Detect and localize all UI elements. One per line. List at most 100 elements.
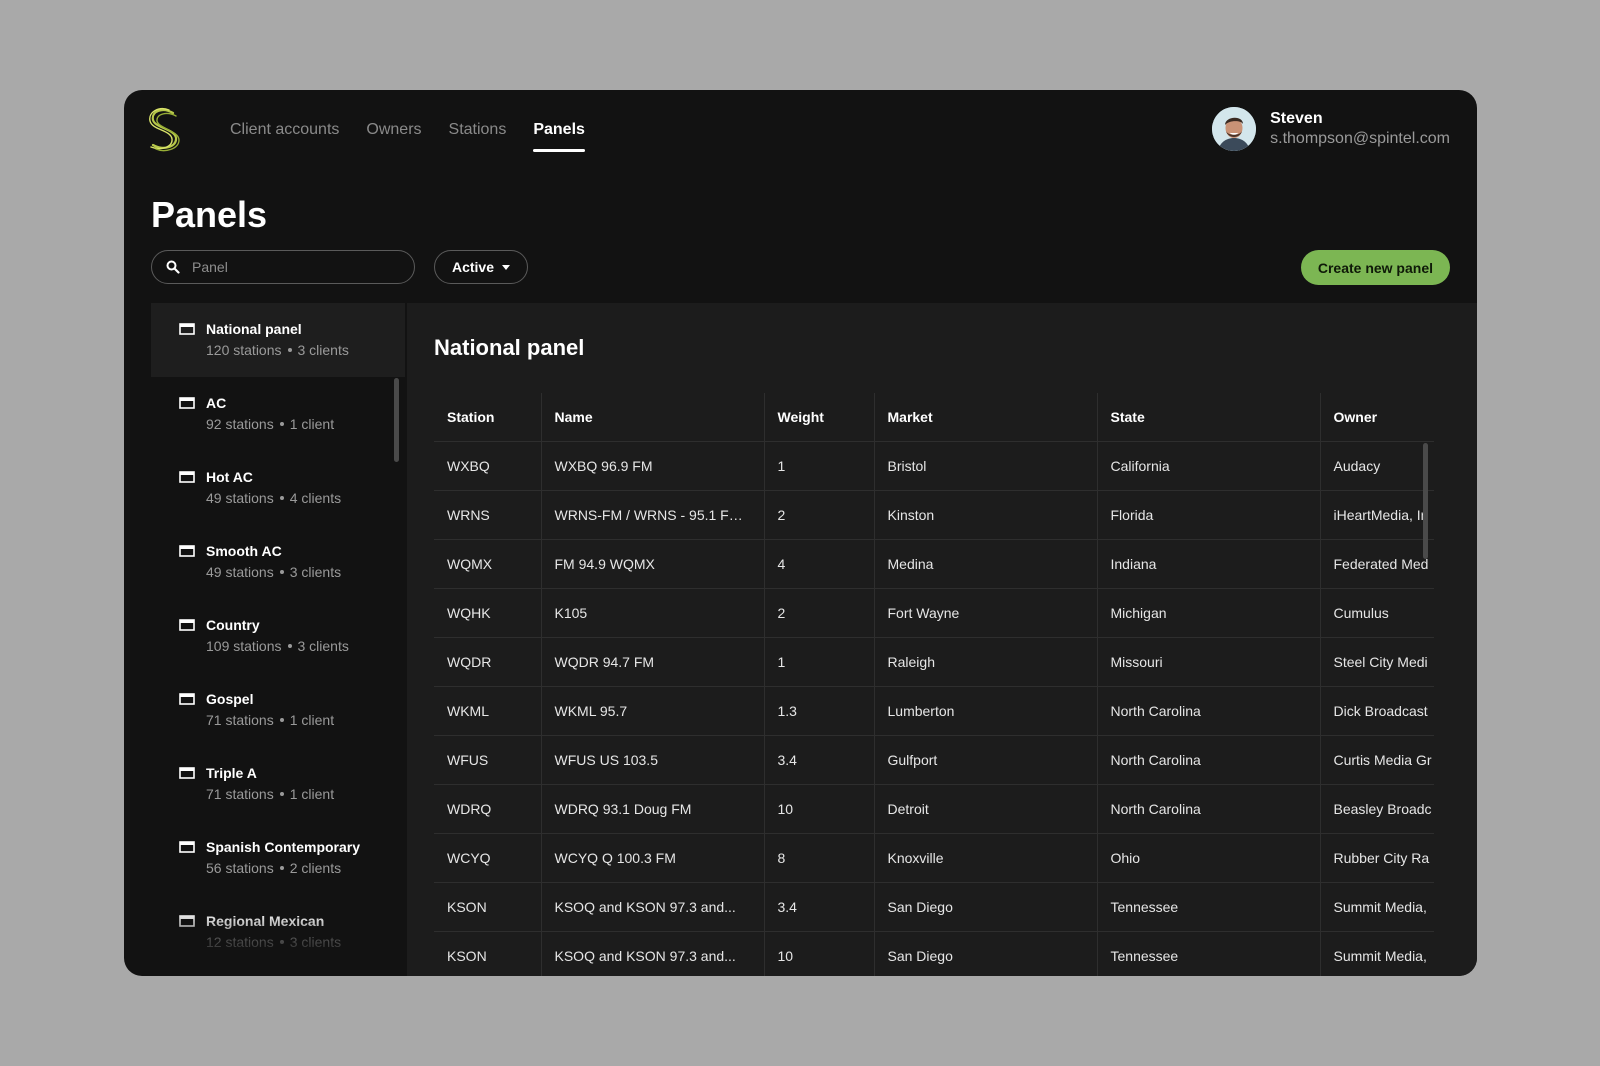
panel-name: Spanish Contemporary [206,839,361,855]
user-email: s.thompson@spintel.com [1270,130,1450,147]
panel-list-item[interactable]: Smooth AC 49 stations 3 clients [151,525,405,599]
panel-list-item-text: Smooth AC 49 stations 3 clients [206,525,341,599]
column-header[interactable]: Market [873,393,1097,442]
column-header[interactable]: Station [434,393,541,442]
table-row[interactable]: WDRQ WDRQ 93.1 Doug FM 10 Detroit North Caro… [434,784,1434,834]
table-row[interactable]: WQDR WQDR 94.7 FM 1 Raleigh Missouri Steel Ci… [434,637,1434,687]
table-row[interactable]: WXBQ WXBQ 96.9 FM 1 Bristol California Audacy [434,441,1434,491]
panel-list-item-text: Country 109 stations 3 clients [206,599,349,673]
table-cell: WXBQ 96.9 FM [540,441,764,491]
search-input[interactable] [190,258,404,276]
table-cell: Fort Wayne [873,588,1097,638]
panel-list-item[interactable]: Gospel 71 stations 1 client [151,673,405,747]
panel-list-item[interactable]: AC 92 stations 1 client [151,377,405,451]
table-cell: Kinston [873,490,1097,540]
separator-dot [279,865,284,870]
table-cell: San Diego [873,882,1097,932]
table-row[interactable]: KSON KSOQ and KSON 97.3 and... 3.4 San Dieg… [434,882,1434,932]
status-filter-label: Active [451,259,495,275]
table-row[interactable]: WCYQ WCYQ Q 100.3 FM 8 Knoxville Ohio Rubber … [434,833,1434,883]
panel-list-item-text: AC 92 stations 1 client [206,377,334,451]
panel-station-count: 120 stations [206,342,282,358]
table-cell: Ohio [1096,833,1320,883]
table-cell: San Diego [873,931,1097,976]
table-row[interactable]: WQHK K105 2 Fort Wayne Michigan Cumulus [434,588,1434,638]
table-row[interactable]: WQMX FM 94.9 WQMX 4 Medina Indiana Federated … [434,539,1434,589]
panel-meta: 71 stations 1 client [206,786,334,802]
table-cell: Tennessee [1096,931,1320,976]
panel-list-item-text: Triple A 71 stations 1 client [206,747,334,821]
panel-station-count: 109 stations [206,638,282,654]
table-row[interactable]: KSON KSOQ and KSON 97.3 and... 10 San Diego… [434,931,1434,976]
nav-client-accounts[interactable]: Client accounts [230,90,339,170]
separator-dot [279,717,284,722]
table-cell: KSOQ and KSON 97.3 and... [540,882,764,932]
column-header[interactable]: State [1096,393,1320,442]
table-cell: WKML [434,686,541,736]
app-window: Client accounts Owners Stations Panels S… [124,90,1477,976]
user-menu[interactable]: Steven s.thompson@spintel.com [1212,107,1450,151]
table-row[interactable]: WKML WKML 95.7 1.3 Lumberton North Carolina D… [434,686,1434,736]
table-cell: 10 [763,784,874,834]
table-cell: 3.4 [763,735,874,785]
table-cell: North Carolina [1096,735,1320,785]
table-cell: WQHK [434,588,541,638]
panel-list-item-text: Spanish Contemporary 56 stations 2 clients [206,821,360,895]
panel-list-item[interactable]: Regional Mexican 12 stations 3 clients [151,895,405,969]
column-header[interactable]: Name [540,393,764,442]
search-box[interactable] [151,250,415,284]
separator-dot [279,495,284,500]
separator-dot [279,939,284,944]
spintel-logo[interactable] [145,107,183,153]
panel-list-item[interactable]: Country 109 stations 3 clients [151,599,405,673]
user-name: Steven [1270,110,1323,127]
table-cell: Audacy [1319,441,1434,491]
table-cell: K105 [540,588,764,638]
panel-meta: 109 stations 3 clients [206,638,349,654]
table-cell: Gulfport [873,735,1097,785]
panel-list: National panel 120 stations 3 clients AC 92 … [151,303,405,976]
column-header[interactable]: Owner [1319,393,1434,442]
table-row[interactable]: WFUS WFUS US 103.5 3.4 Gulfport North Caroli… [434,735,1434,785]
nav-stations[interactable]: Stations [449,90,507,170]
table-cell: North Carolina [1096,686,1320,736]
separator-dot [287,643,292,648]
panel-client-count: 1 client [289,786,335,802]
panel-list-item[interactable]: Spanish Contemporary 56 stations 2 clients [151,821,405,895]
table-cell: WCYQ [434,833,541,883]
table-cell: Tennessee [1096,882,1320,932]
panel-detail-title: National panel [434,335,585,360]
table-cell: Knoxville [873,833,1097,883]
panel-list-item[interactable]: National panel 120 stations 3 clients [151,303,405,377]
table-cell: KSON [434,931,541,976]
separator-dot [279,421,284,426]
column-header[interactable]: Weight [763,393,874,442]
table-cell: Florida [1096,490,1320,540]
panel-list-item[interactable]: Hot AC 49 stations 4 clients [151,451,405,525]
table-cell: 3.4 [763,882,874,932]
panel-client-count: 3 clients [297,638,349,654]
table-scrollbar[interactable] [1423,443,1428,559]
table-cell: KSOQ and KSON 97.3 and... [540,931,764,976]
create-new-panel-button[interactable]: Create new panel [1300,250,1450,285]
table-row[interactable]: WRNS WRNS-FM / WRNS - 95.1 FM... 2 Kinston F… [434,490,1434,540]
avatar[interactable] [1212,107,1257,151]
table-cell: WQMX [434,539,541,589]
caret-down-icon [502,264,511,270]
table-cell: 2 [763,588,874,638]
table-cell: Summit Media, [1319,931,1434,976]
nav-owners[interactable]: Owners [366,90,421,170]
panel-station-count: 49 stations [206,564,274,580]
nav-panels[interactable]: Panels [533,90,585,170]
table-cell: WQDR [434,637,541,687]
table-cell: 10 [763,931,874,976]
panel-client-count: 1 client [289,416,335,432]
panel-client-count: 2 clients [289,860,342,876]
table-cell: Bristol [873,441,1097,491]
status-filter-dropdown[interactable]: Active [434,250,528,284]
table-cell: KSON [434,882,541,932]
panel-list-scrollbar[interactable] [394,378,399,462]
table-cell: WCYQ Q 100.3 FM [540,833,764,883]
panel-list-item[interactable]: Triple A 71 stations 1 client [151,747,405,821]
table-cell: Raleigh [873,637,1097,687]
